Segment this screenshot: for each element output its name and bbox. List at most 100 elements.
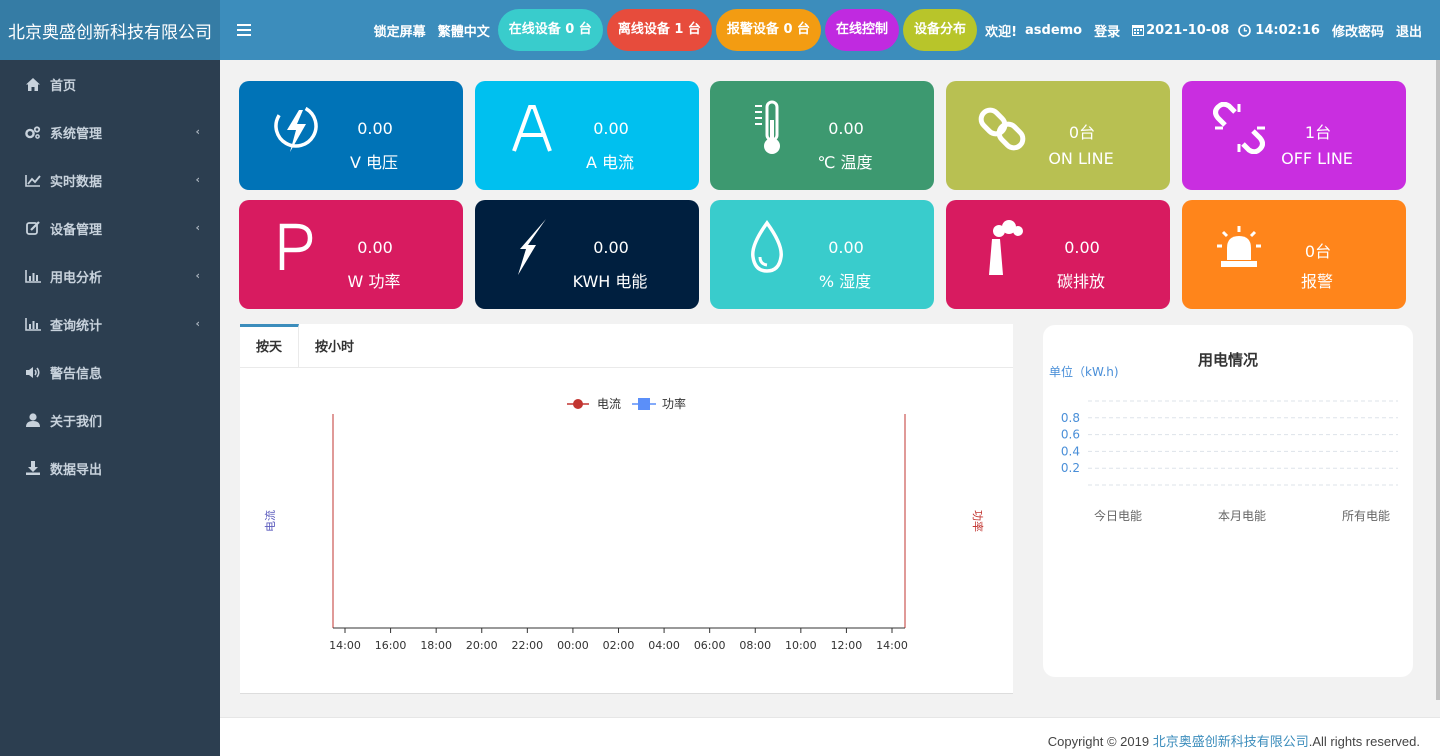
card-value: 0.00 — [593, 119, 629, 138]
sidebar-item-devices[interactable]: 设备管理 ‹ — [0, 204, 220, 252]
carbon-card[interactable]: 0.00 碳排放 — [946, 200, 1170, 309]
download-icon — [24, 461, 42, 475]
right-axis-label: 功率 — [971, 510, 985, 532]
card-value: 0.00 — [828, 119, 864, 138]
voltage-card[interactable]: 0.00 V 电压 — [239, 81, 463, 190]
calendar-icon — [1132, 25, 1145, 36]
current-card[interactable]: 0.00 A 电流 — [475, 81, 699, 190]
time-display: 14:02:16 — [1232, 23, 1326, 38]
sidebar-item-label: 设备管理 — [50, 222, 103, 238]
bar-chart-icon — [24, 317, 42, 331]
line-chart-icon — [24, 174, 42, 187]
x-tick-label: 22:00 — [511, 639, 543, 652]
sidebar-item-label: 系统管理 — [50, 126, 103, 142]
power-card[interactable]: 0.00 W 功率 — [239, 200, 463, 309]
scrollbar[interactable] — [1436, 60, 1440, 700]
sidebar-item-system[interactable]: 系统管理 ‹ — [0, 108, 220, 156]
online-card[interactable]: 0台 ON LINE — [946, 81, 1170, 190]
category-label: 所有电能 — [1342, 509, 1390, 523]
card-label: V 电压 — [349, 153, 399, 172]
energy-card[interactable]: 0.00 KWH 电能 — [475, 200, 699, 309]
card-value: 0台 — [1068, 123, 1096, 142]
time-text: 14:02:16 — [1255, 22, 1320, 38]
legend-marker-current[interactable] — [573, 399, 583, 409]
login-link[interactable]: 登录 — [1088, 21, 1126, 40]
legend-label-power[interactable]: 功率 — [662, 396, 686, 411]
x-tick-label: 06:00 — [694, 639, 726, 652]
sidebar-item-label: 首页 — [50, 78, 77, 94]
legend-label-current[interactable]: 电流 — [597, 397, 621, 411]
x-tick-label: 16:00 — [375, 639, 407, 652]
y-tick-label: 0.2 — [1061, 461, 1080, 475]
card-label: ON LINE — [1048, 149, 1114, 168]
card-label: W 功率 — [347, 272, 401, 291]
x-tick-label: 14:00 — [876, 639, 908, 652]
chevron-left-icon: ‹ — [195, 125, 200, 138]
left-axis-label: 电流 — [263, 510, 277, 532]
sidebar-item-about[interactable]: 关于我们 — [0, 396, 220, 444]
temperature-card[interactable]: 0.00 ℃ 温度 — [710, 81, 934, 190]
trend-line-chart: 电流 功率 电流 功率 14:00 16:00 18:00 20:00 22:00 00:0… — [263, 396, 985, 652]
brand-title[interactable]: 北京奥盛创新科技有限公司 — [0, 0, 220, 60]
x-tick-label: 12:00 — [831, 639, 863, 652]
tab-by-day[interactable]: 按天 — [240, 324, 300, 368]
welcome-text: 欢迎! — [985, 24, 1017, 40]
card-label: KWH 电能 — [572, 272, 648, 291]
alarm-devices-pill[interactable]: 报警设备 0 台 — [715, 9, 822, 51]
sidebar-item-export[interactable]: 数据导出 — [0, 444, 220, 492]
category-label: 本月电能 — [1218, 509, 1266, 523]
offline-card[interactable]: 1台 OFF LINE — [1182, 81, 1406, 190]
logout-link[interactable]: 退出 — [1390, 21, 1428, 40]
x-tick-label: 08:00 — [739, 639, 771, 652]
sidebar-item-label: 警告信息 — [50, 366, 103, 382]
sidebar-item-query-stats[interactable]: 查询统计 ‹ — [0, 300, 220, 348]
sidebar-item-realtime[interactable]: 实时数据 ‹ — [0, 156, 220, 204]
x-tick-label: 20:00 — [466, 639, 498, 652]
copyright: Copyright © 2019 北京奥盛创新科技有限公司.All rights… — [1048, 731, 1420, 750]
menu-toggle-icon[interactable] — [220, 0, 268, 60]
sidebar: 首页 系统管理 ‹ 实时数据 ‹ 设备管理 ‹ 用电分析 ‹ 查询统计 ‹ 警告… — [0, 60, 220, 756]
humidity-card[interactable]: 0.00 % 湿度 — [710, 200, 934, 309]
card-value: 0.00 — [828, 238, 864, 257]
x-tick-label: 00:00 — [557, 639, 589, 652]
footer: Copyright © 2019 北京奥盛创新科技有限公司.All rights… — [220, 717, 1440, 756]
sidebar-item-alerts[interactable]: 警告信息 — [0, 348, 220, 396]
online-devices-pill[interactable]: 在线设备 0 台 — [497, 9, 603, 51]
lock-screen-link[interactable]: 锁定屏幕 — [368, 21, 432, 40]
edit-icon — [24, 221, 42, 235]
card-label: % 湿度 — [818, 272, 872, 291]
x-tick-label: 04:00 — [648, 639, 680, 652]
card-value: 1台 — [1304, 123, 1332, 142]
offline-devices-pill[interactable]: 离线设备 1 台 — [606, 9, 712, 51]
user-icon — [24, 413, 42, 427]
sidebar-item-power-analysis[interactable]: 用电分析 ‹ — [0, 252, 220, 300]
tab-by-hour[interactable]: 按小时 — [299, 324, 370, 368]
online-control-pill[interactable]: 在线控制 — [825, 9, 900, 51]
date-display: 2021-10-08 — [1126, 23, 1232, 38]
sidebar-item-home[interactable]: 首页 — [0, 60, 220, 108]
clock-icon — [1238, 23, 1252, 37]
sidebar-item-label: 实时数据 — [50, 174, 103, 190]
power-usage-panel: 用电情况 单位（kW.h) 0.8 0.6 0.4 0.2 今日电能 本月电能 所有电能 — [1043, 325, 1413, 677]
card-label: ℃ 温度 — [817, 153, 873, 172]
chevron-left-icon: ‹ — [195, 173, 200, 186]
change-password-link[interactable]: 修改密码 — [1326, 21, 1390, 40]
chevron-left-icon: ‹ — [195, 269, 200, 282]
device-distribution-pill[interactable]: 设备分布 — [903, 9, 978, 51]
card-value: 0.00 — [357, 238, 393, 257]
usage-chart-title: 用电情况 — [1198, 351, 1258, 369]
usage-unit-label: 单位（kW.h) — [1049, 364, 1119, 379]
chart-tabs: 按天 按小时 — [240, 324, 1013, 368]
company-link[interactable]: 北京奥盛创新科技有限公司 — [1153, 734, 1309, 749]
card-value: 0.00 — [593, 238, 629, 257]
trend-chart-panel: 按天 按小时 电流 功率 电流 功率 14:00 16:00 18:00 20:00 22… — [240, 324, 1013, 694]
card-label: 碳排放 — [1056, 272, 1105, 291]
copyright-prefix: Copyright © 2019 — [1047, 734, 1153, 749]
chevron-left-icon: ‹ — [195, 221, 200, 234]
alarm-card[interactable]: 0台 报警 — [1182, 200, 1406, 309]
username: asdemo — [1025, 22, 1083, 38]
legend-marker-power[interactable] — [638, 398, 650, 410]
sidebar-item-label: 数据导出 — [50, 462, 103, 478]
language-link[interactable]: 繁體中文 — [432, 21, 496, 40]
copyright-suffix: .All rights reserved. — [1308, 734, 1420, 749]
